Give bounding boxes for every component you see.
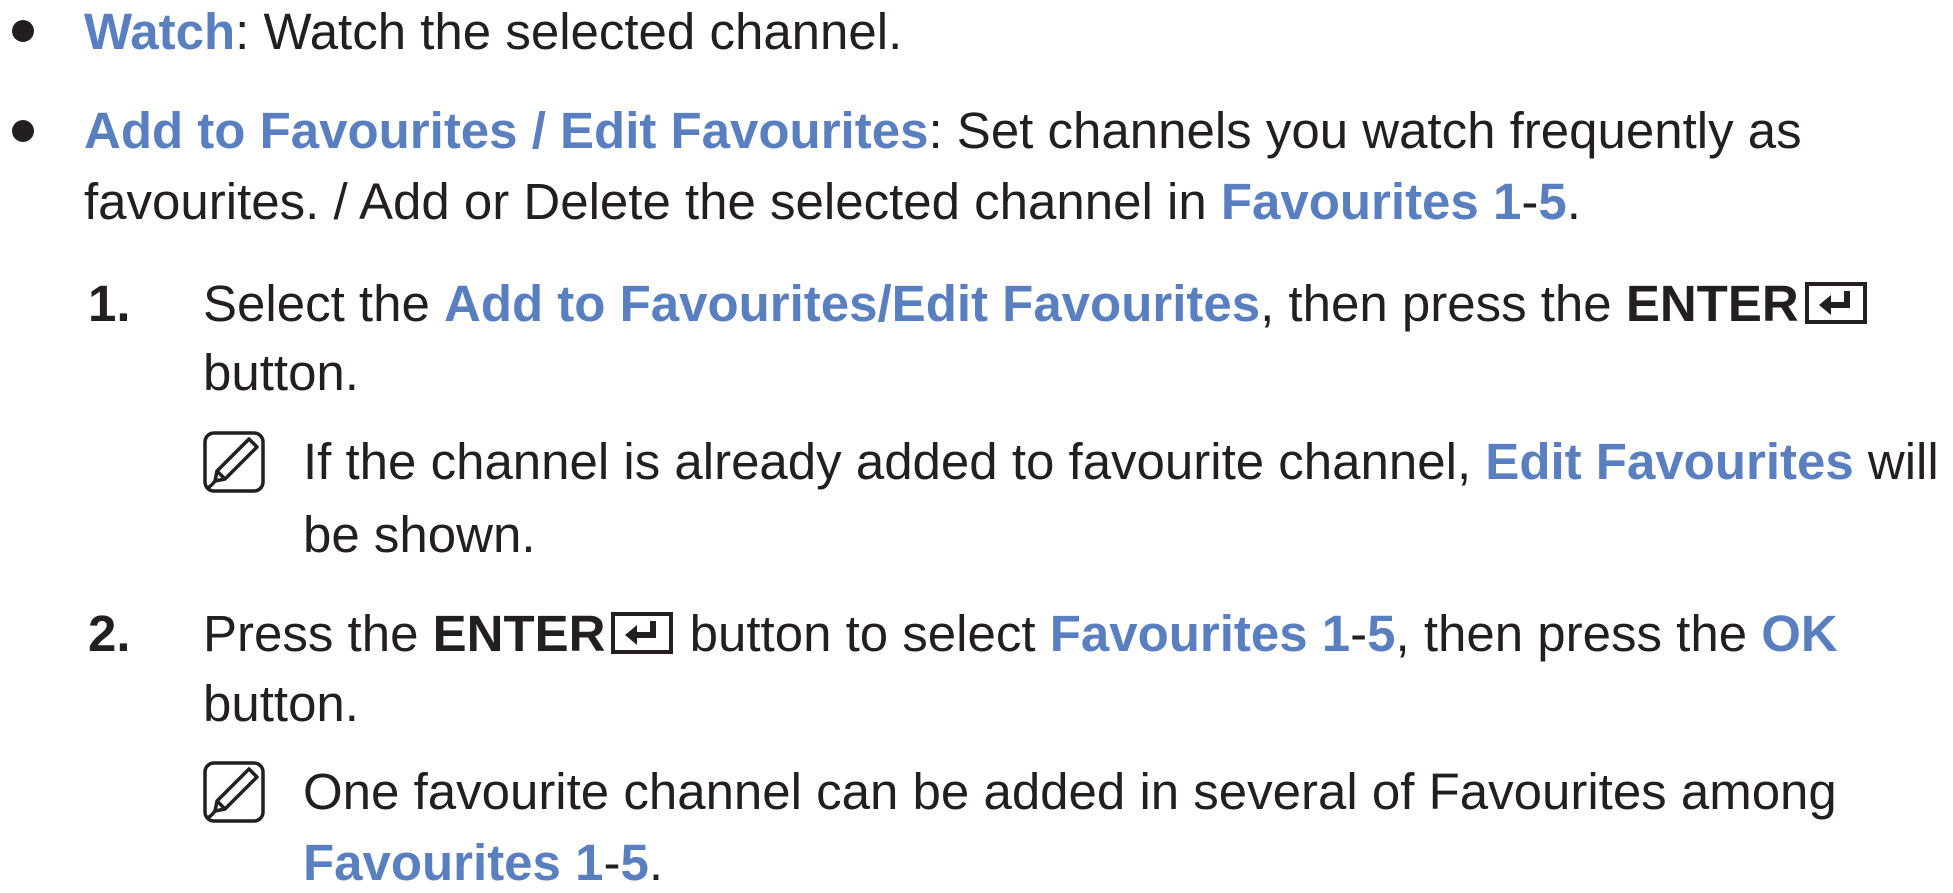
term-add-edit-favourites: Add to Favourites/Edit Favourites [443,275,1261,332]
bullet-item-favourites-cont: favourites. / Add or Delete the selected… [84,172,1581,232]
enter-icon [611,612,674,654]
description: favourites. / Add or Delete the selected… [84,173,1221,230]
description: Set channels you watch frequently as [956,102,1802,159]
manual-page: Watch: Watch the selected channel. Add t… [0,0,1953,891]
note-2-cont: Favourites 1-5. [303,833,663,893]
note-text: will [1853,433,1939,490]
note-text: If the channel is already added to favou… [303,433,1486,490]
period: . [1566,173,1581,230]
description: Watch the selected channel. [263,3,903,60]
term-five: 5 [620,834,649,891]
term-five: 5 [1367,605,1396,662]
term-ok: OK [1761,605,1838,662]
note-1-cont: be shown. [303,505,536,565]
note-icon [203,761,265,823]
step-text: , then press the [1260,275,1626,332]
step-1-cont: button. [203,343,359,403]
dash: - [1350,605,1368,662]
enter-icon [1804,282,1867,324]
bullet-dot [12,20,34,42]
term-favourites: Favourites 1 [303,834,604,891]
term-favourites: Favourites 1 [1049,605,1351,662]
note-icon [203,431,265,493]
step-text: Select the [203,275,444,332]
term-favourites: Favourites 1 [1220,173,1522,230]
note-text: One favourite channel can be added in se… [303,763,1837,820]
step-text: button. [203,675,359,732]
dash: - [1521,173,1539,230]
step-1-text: Select the Add to Favourites/Edit Favour… [203,274,1869,334]
note-2-text: One favourite channel can be added in se… [303,762,1837,822]
term-add-edit-favourites: Add to Favourites / Edit Favourites [84,102,929,159]
term-edit-favourites: Edit Favourites [1485,433,1854,490]
step-text: Press the [203,605,433,662]
bullet-item-watch: Watch: Watch the selected channel. [84,2,902,62]
step-2-text: Press the ENTER button to select Favouri… [203,604,1838,664]
step-text: button. [203,344,359,401]
step-number: 2. [88,605,131,662]
step-text: button to select [675,605,1050,662]
term-five: 5 [1538,173,1567,230]
note-text: be shown. [303,506,536,563]
step-2-cont: button. [203,674,359,734]
bullet-item-favourites: Add to Favourites / Edit Favourites: Set… [84,101,1802,161]
separator: : [235,3,264,60]
note-1-text: If the channel is already added to favou… [303,432,1939,492]
term-watch: Watch [84,3,236,60]
bullet-dot [12,120,34,142]
key-enter: ENTER [1625,275,1799,332]
period: . [648,834,663,891]
dash: - [603,834,621,891]
step-number: 1. [88,275,131,332]
separator: : [928,102,957,159]
step-text: , then press the [1395,605,1762,662]
key-enter: ENTER [432,605,606,662]
